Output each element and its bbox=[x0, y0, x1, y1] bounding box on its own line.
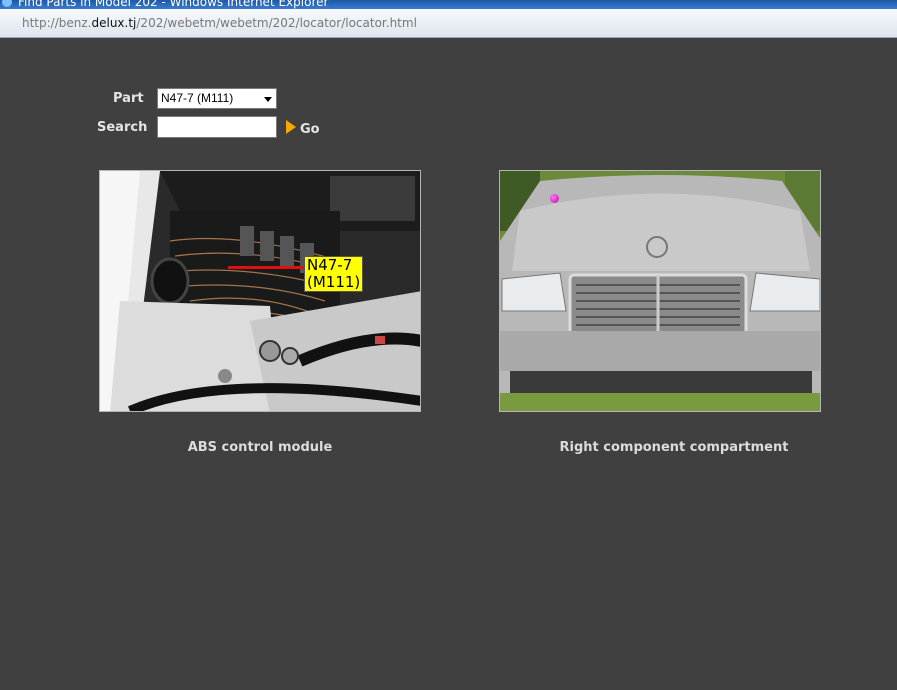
callout-line1: N47-7 bbox=[307, 256, 353, 274]
address-url[interactable]: http://benz.delux.tj/202/webetm/webetm/2… bbox=[22, 16, 417, 30]
part-select[interactable]: N47-7 (M111) bbox=[157, 88, 277, 109]
abs-module-photo bbox=[99, 170, 421, 412]
go-button[interactable]: Go bbox=[300, 122, 320, 137]
search-label: Search bbox=[97, 120, 148, 135]
ie-icon bbox=[2, 0, 12, 7]
callout-line bbox=[228, 266, 304, 269]
callout-line2: (M111) bbox=[307, 273, 361, 291]
compartment-caption: Right component compartment bbox=[559, 440, 789, 455]
abs-module-caption: ABS control module bbox=[187, 440, 333, 455]
part-select-value: N47-7 (M111) bbox=[161, 91, 234, 105]
part-callout[interactable]: N47-7 (M111) bbox=[304, 256, 364, 292]
location-marker[interactable] bbox=[550, 194, 559, 203]
address-bar[interactable]: http://benz.delux.tj/202/webetm/webetm/2… bbox=[0, 9, 897, 38]
go-arrow-icon[interactable] bbox=[286, 120, 296, 134]
car-front-photo bbox=[499, 170, 821, 412]
dropdown-arrow-icon[interactable] bbox=[264, 97, 272, 102]
car-front-image bbox=[500, 171, 820, 411]
search-input[interactable] bbox=[157, 116, 277, 138]
window-title: Find Parts in Model 202 - Windows Intern… bbox=[18, 0, 329, 9]
engine-bay-image bbox=[100, 171, 420, 411]
window-titlebar: Find Parts in Model 202 - Windows Intern… bbox=[0, 0, 897, 9]
part-label: Part bbox=[113, 91, 144, 106]
